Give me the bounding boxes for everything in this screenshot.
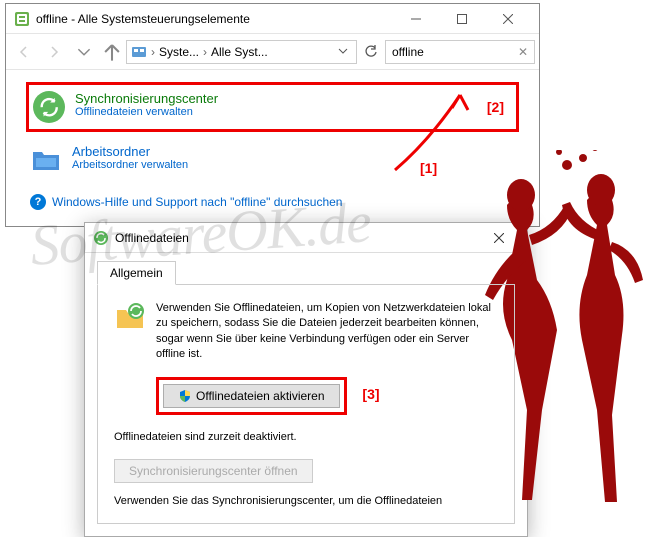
window-title: offline - Alle Systemsteuerungselemente	[36, 12, 393, 26]
search-input[interactable]	[392, 45, 518, 59]
tab-panel-general: Verwenden Sie Offlinedateien, um Kopien …	[97, 284, 515, 524]
result-subtitle[interactable]: Arbeitsordner verwalten	[72, 159, 188, 171]
annotation-marker-2: [2]	[487, 99, 512, 115]
titlebar: offline - Alle Systemsteuerungselemente	[6, 4, 539, 34]
chevron-right-icon: ›	[203, 45, 207, 59]
offline-files-icon	[93, 230, 109, 246]
dialog-hint-text: Verwenden Sie das Synchronisierungscente…	[114, 495, 498, 507]
control-panel-window: offline - Alle Systemsteuerungselemente …	[5, 3, 540, 227]
clear-search-icon[interactable]: ✕	[518, 45, 528, 59]
offline-files-dialog: Offlinedateien Allgemein Verwenden Sie O…	[84, 222, 528, 537]
help-icon: ?	[30, 194, 46, 210]
breadcrumb-segment[interactable]: Alle Syst...	[211, 45, 268, 59]
dialog-titlebar: Offlinedateien	[85, 223, 527, 253]
dialog-title: Offlinedateien	[115, 231, 479, 245]
annotation-marker-3: [3]	[362, 386, 379, 402]
breadcrumb-segment[interactable]: Syste...	[159, 45, 199, 59]
folder-sync-icon	[114, 301, 146, 333]
minimize-button[interactable]	[393, 5, 439, 33]
navigation-bar: › Syste... › Alle Syst... ✕	[6, 34, 539, 70]
help-link-text: Windows-Hilfe und Support nach "offline"…	[52, 195, 342, 209]
result-title: Synchronisierungscenter	[75, 91, 218, 106]
chevron-down-icon[interactable]	[338, 45, 352, 59]
offline-status-text: Offlinedateien sind zurzeit deaktiviert.	[114, 431, 498, 443]
work-folders-icon	[30, 144, 62, 176]
nav-back-button[interactable]	[10, 38, 38, 66]
activate-offline-files-button[interactable]: Offlinedateien aktivieren	[163, 384, 340, 408]
annotation-highlight-3: Offlinedateien aktivieren [3]	[156, 377, 347, 415]
address-bar[interactable]: › Syste... › Alle Syst...	[126, 40, 357, 64]
control-panel-small-icon	[131, 44, 147, 60]
sync-icon	[33, 91, 65, 123]
windows-help-link[interactable]: ? Windows-Hilfe und Support nach "offlin…	[26, 190, 519, 214]
search-box[interactable]: ✕	[385, 40, 535, 64]
result-title: Arbeitsordner	[72, 144, 188, 159]
window-controls	[393, 5, 531, 33]
dialog-description: Verwenden Sie Offlinedateien, um Kopien …	[156, 301, 498, 363]
refresh-button[interactable]	[359, 40, 383, 64]
tab-general[interactable]: Allgemein	[97, 261, 176, 285]
open-sync-center-button: Synchronisierungscenter öffnen	[114, 459, 313, 483]
dialog-close-button[interactable]	[479, 224, 519, 252]
maximize-button[interactable]	[439, 5, 485, 33]
uac-shield-icon	[178, 389, 192, 403]
control-panel-icon	[14, 11, 30, 27]
nav-history-dropdown[interactable]	[70, 38, 98, 66]
chevron-right-icon: ›	[151, 45, 155, 59]
close-button[interactable]	[485, 5, 531, 33]
result-subtitle[interactable]: Offlinedateien verwalten	[75, 106, 218, 118]
result-work-folders[interactable]: Arbeitsordner Arbeitsordner verwalten	[26, 138, 519, 182]
activate-button-label: Offlinedateien aktivieren	[196, 389, 325, 403]
nav-forward-button[interactable]	[40, 38, 68, 66]
tab-strip: Allgemein	[85, 253, 527, 285]
content-area: Synchronisierungscenter Offlinedateien v…	[6, 70, 539, 226]
result-sync-center[interactable]: Synchronisierungscenter Offlinedateien v…	[26, 82, 519, 132]
nav-up-button[interactable]	[100, 40, 124, 64]
